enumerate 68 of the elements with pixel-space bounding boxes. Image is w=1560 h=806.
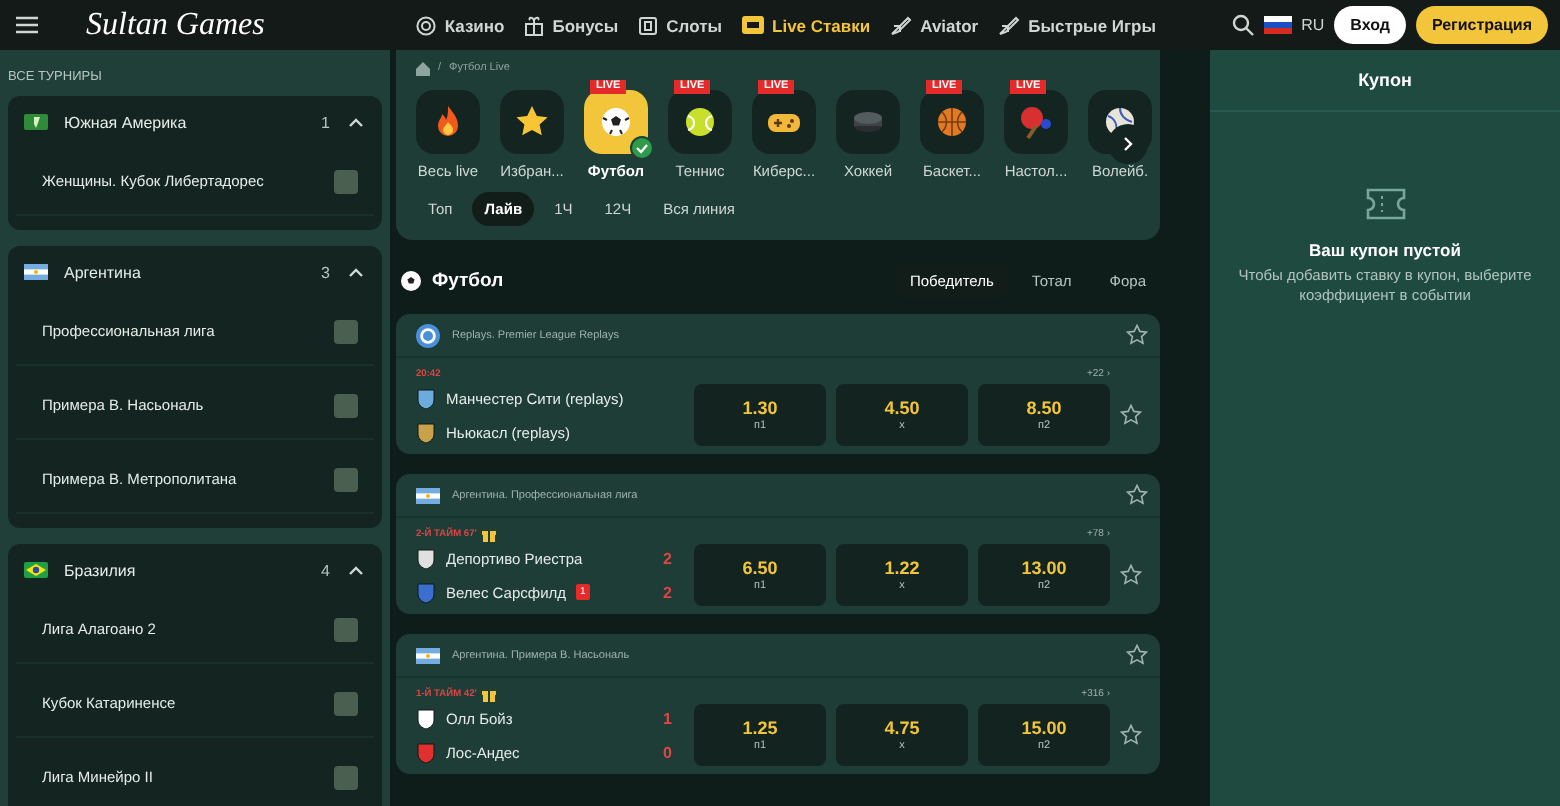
sport-tile[interactable]: [836, 90, 900, 154]
nav-link[interactable]: Бонусы: [524, 15, 619, 35]
replay-logo-icon: [416, 323, 440, 347]
country-name[interactable]: Южная Америка: [64, 113, 306, 131]
russia-flag-icon[interactable]: [1263, 16, 1292, 34]
team-score: 1: [663, 709, 672, 727]
sport-tile[interactable]: [752, 90, 816, 154]
nav-link[interactable]: Быстрые Игры: [998, 15, 1157, 35]
tournament-count: 4: [321, 561, 330, 579]
argentina-flag-icon: [416, 487, 440, 503]
checkbox[interactable]: [334, 691, 358, 715]
ticket-icon: [1365, 188, 1405, 220]
gift-icon: [524, 15, 545, 35]
chip-icon: [416, 15, 437, 35]
star-icon[interactable]: [1120, 564, 1142, 586]
register-button[interactable]: Регистрация: [1415, 6, 1548, 44]
chevron-right-icon: [1122, 136, 1134, 152]
home-icon[interactable]: [416, 61, 430, 75]
star-icon[interactable]: [1126, 484, 1148, 506]
sport-tile[interactable]: [668, 90, 732, 154]
checkbox[interactable]: [334, 765, 358, 789]
sport-tile[interactable]: [500, 90, 564, 154]
team-score: 2: [663, 549, 672, 567]
check-icon: [630, 136, 654, 160]
nav-link[interactable]: Aviator: [890, 15, 979, 35]
collapse-icon[interactable]: [346, 114, 366, 130]
star-icon[interactable]: [1120, 724, 1142, 746]
sport-tile[interactable]: [1004, 90, 1068, 154]
slot-machine-icon: [638, 15, 659, 35]
collapse-icon[interactable]: [346, 264, 366, 280]
section-title: Футбол: [432, 269, 506, 291]
argentina-flag-icon: [24, 264, 48, 280]
collapse-icon[interactable]: [346, 562, 366, 578]
star-icon[interactable]: [1126, 644, 1148, 666]
nav-link[interactable]: Live Ставки: [742, 15, 871, 35]
tournament-count: 1: [321, 113, 330, 131]
login-button[interactable]: Вход: [1334, 6, 1406, 44]
nav-link[interactable]: Слоты: [638, 15, 723, 35]
checkbox[interactable]: [334, 319, 358, 343]
live-tv-icon: [742, 16, 765, 34]
nav-link[interactable]: Казино: [416, 15, 505, 35]
team-score: 2: [663, 583, 672, 601]
checkbox[interactable]: [334, 393, 358, 417]
checkbox[interactable]: [334, 467, 358, 491]
next-button[interactable]: [1108, 124, 1148, 164]
star-icon[interactable]: [1120, 404, 1142, 426]
language-label[interactable]: RU: [1301, 16, 1325, 34]
star-icon[interactable]: [1126, 324, 1148, 346]
football-icon: [400, 269, 422, 291]
sport-tile[interactable]: [920, 90, 984, 154]
menu-icon[interactable]: [16, 16, 38, 34]
team-score: 0: [663, 743, 672, 761]
country-name[interactable]: Аргентина: [64, 263, 306, 281]
argentina-flag-icon: [416, 647, 440, 663]
rocket-icon: [998, 15, 1021, 35]
empty-title: Ваш купон пустой: [1309, 240, 1461, 260]
sport-tile[interactable]: [416, 90, 480, 154]
tournament-count: 3: [321, 263, 330, 281]
logo[interactable]: Sultan Games: [86, 7, 265, 43]
globe-flag-icon: [24, 114, 48, 130]
sport-tile[interactable]: [584, 90, 648, 154]
panel-title: Купон: [1210, 50, 1560, 112]
search-icon[interactable]: [1231, 14, 1254, 36]
checkbox[interactable]: [334, 617, 358, 641]
country-name[interactable]: Бразилия: [64, 561, 306, 579]
rocket-icon: [890, 15, 913, 35]
brazil-flag-icon: [24, 562, 48, 578]
checkbox[interactable]: [334, 169, 358, 193]
